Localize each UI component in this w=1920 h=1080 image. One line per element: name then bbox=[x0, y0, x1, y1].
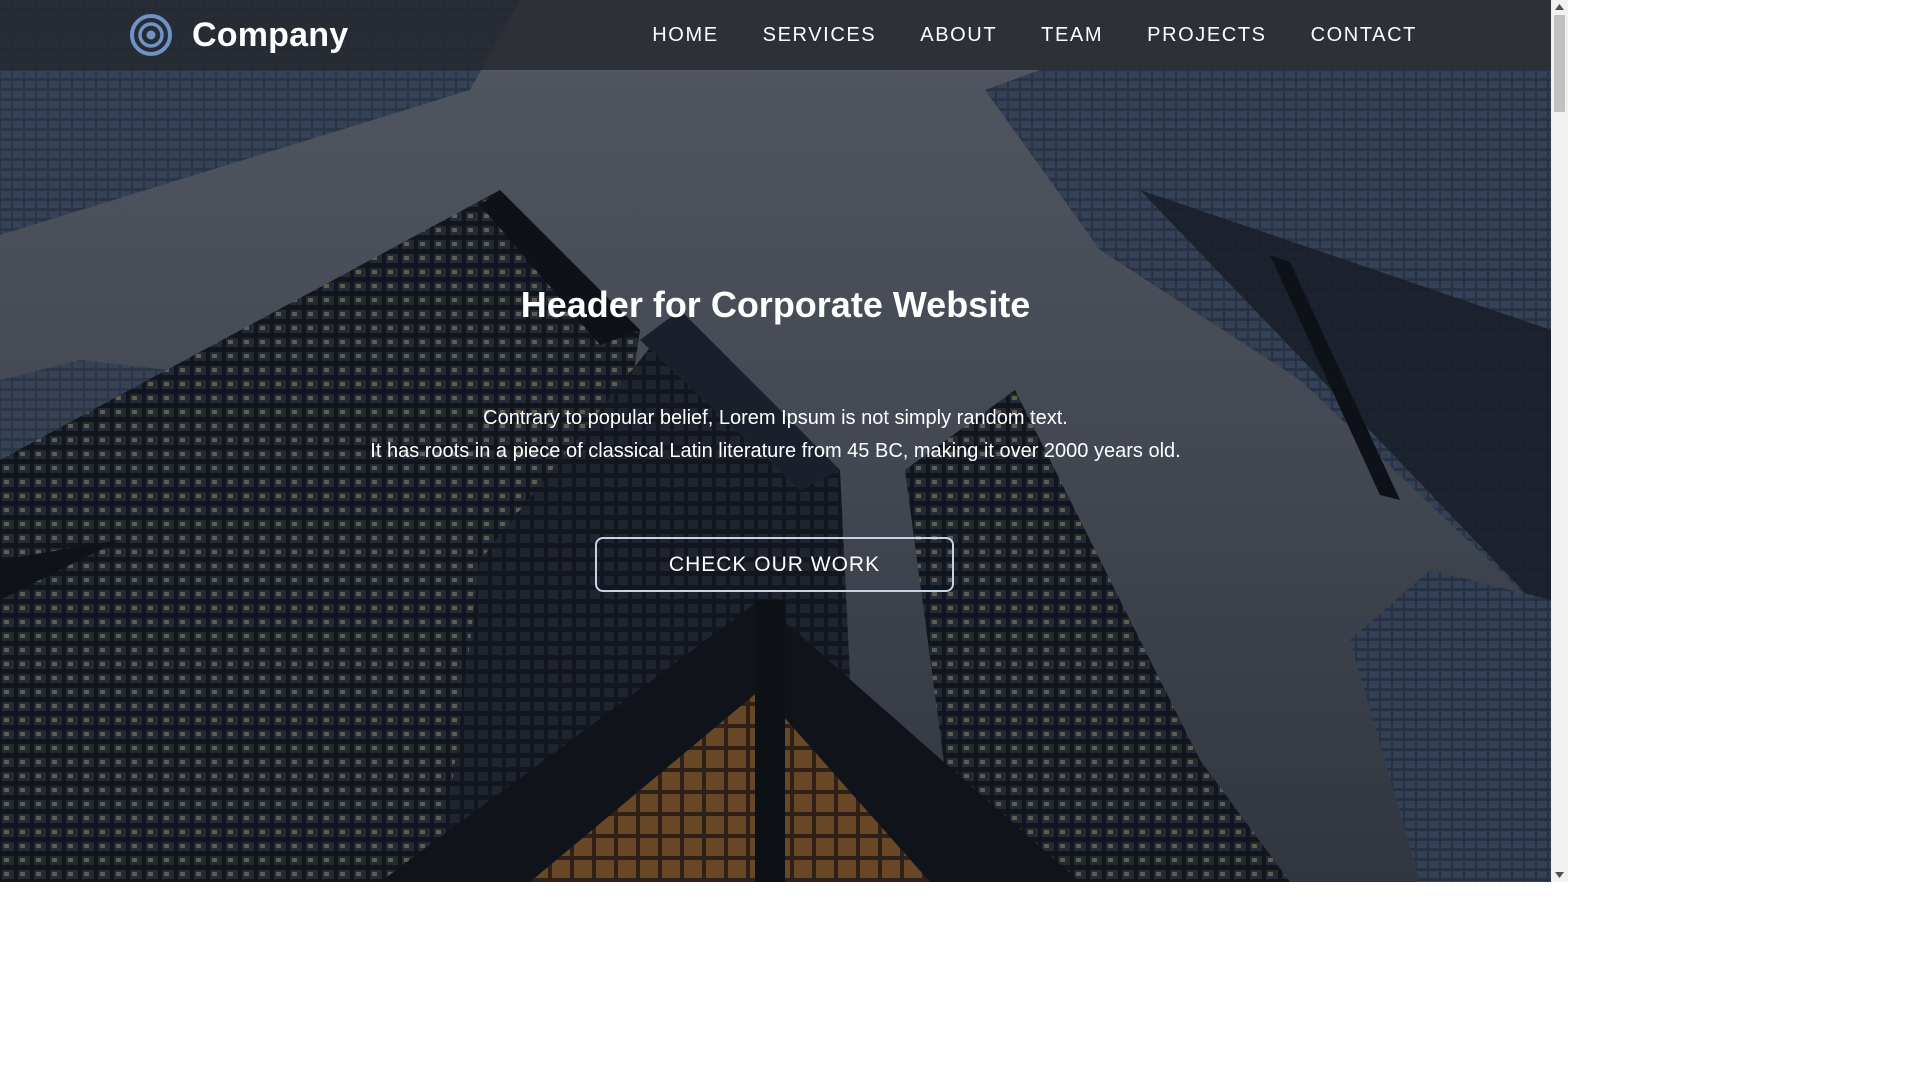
nav-about-link[interactable]: ABOUT bbox=[920, 24, 997, 47]
scroll-up-arrow-icon[interactable] bbox=[1551, 0, 1568, 14]
nav-projects-link[interactable]: PROJECTS bbox=[1147, 24, 1266, 47]
scroll-down-arrow-icon[interactable] bbox=[1551, 868, 1568, 882]
hero-description-line-1: Contrary to popular belief, Lorem Ipsum … bbox=[483, 407, 1068, 429]
nav-contact-link[interactable]: CONTACT bbox=[1311, 24, 1417, 47]
nav-home-link[interactable]: HOME bbox=[652, 24, 718, 47]
scrollbar-thumb[interactable] bbox=[1554, 15, 1565, 112]
hero-description: Contrary to popular belief, Lorem Ipsum … bbox=[0, 402, 1551, 468]
page-viewport: Company HOME SERVICES ABOUT TEAM PROJECT… bbox=[0, 0, 1568, 882]
vertical-scrollbar[interactable] bbox=[1551, 0, 1568, 882]
brand[interactable]: Company bbox=[130, 13, 348, 57]
navbar: Company HOME SERVICES ABOUT TEAM PROJECT… bbox=[0, 0, 1551, 70]
nav-menu: HOME SERVICES ABOUT TEAM PROJECTS CONTAC… bbox=[608, 0, 1417, 70]
hero-description-line-2: It has roots in a piece of classical Lat… bbox=[370, 440, 1181, 462]
brand-name: Company bbox=[192, 15, 349, 54]
check-our-work-button[interactable]: CHECK OUR WORK bbox=[595, 537, 954, 592]
nav-team-link[interactable]: TEAM bbox=[1041, 24, 1103, 47]
nav-services-link[interactable]: SERVICES bbox=[763, 24, 877, 47]
concentric-target-icon bbox=[130, 14, 172, 56]
hero-title: Header for Corporate Website bbox=[520, 284, 1031, 325]
